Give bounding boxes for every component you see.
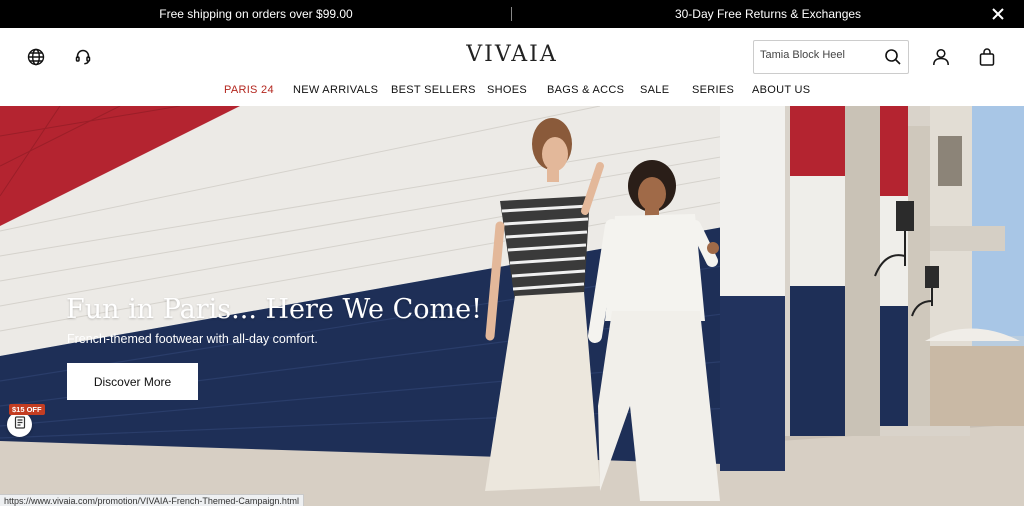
nav-bags-accs[interactable]: BAGS & ACCS	[547, 84, 624, 96]
search-input[interactable]	[760, 49, 878, 61]
search-icon[interactable]	[884, 48, 902, 66]
close-icon[interactable]	[990, 6, 1006, 22]
nav-shoes[interactable]: SHOES	[487, 84, 527, 96]
nav-sale[interactable]: SALE	[640, 84, 669, 96]
announcement-free-returns[interactable]: 30-Day Free Returns & Exchanges	[512, 0, 1024, 28]
announcement-bar: Free shipping on orders over $99.00 30-D…	[0, 0, 1024, 28]
announcement-free-shipping[interactable]: Free shipping on orders over $99.00	[0, 0, 512, 28]
nav-new-arrivals[interactable]: NEW ARRIVALS	[293, 84, 378, 96]
nav-about-us[interactable]: ABOUT US	[752, 84, 810, 96]
status-bar-url: https://www.vivaia.com/promotion/VIVAIA-…	[0, 494, 304, 506]
coupon-icon	[14, 415, 26, 434]
user-icon[interactable]	[929, 45, 953, 69]
hero-subtitle: French-themed footwear with all-day comf…	[67, 332, 318, 346]
nav-series[interactable]: SERIES	[692, 84, 734, 96]
hero-banner[interactable]: Fun in Paris... Here We Come! French-the…	[0, 106, 1024, 506]
bag-icon[interactable]	[975, 45, 999, 69]
main-nav: PARIS 24 NEW ARRIVALS BEST SELLERS SHOES…	[0, 84, 1024, 104]
discover-more-button[interactable]: Discover More	[67, 363, 198, 400]
hero-title: Fun in Paris... Here We Come!	[66, 294, 482, 325]
nav-paris-24[interactable]: PARIS 24	[224, 84, 274, 96]
coupon-button[interactable]	[7, 412, 32, 437]
coupon-badge[interactable]: $15 OFF	[9, 404, 45, 415]
site-header: VIVAIA PARIS 24 NEW ARRIVALS BEST SELLER…	[0, 28, 1024, 106]
search-box[interactable]	[753, 40, 909, 74]
nav-best-sellers[interactable]: BEST SELLERS	[391, 84, 476, 96]
